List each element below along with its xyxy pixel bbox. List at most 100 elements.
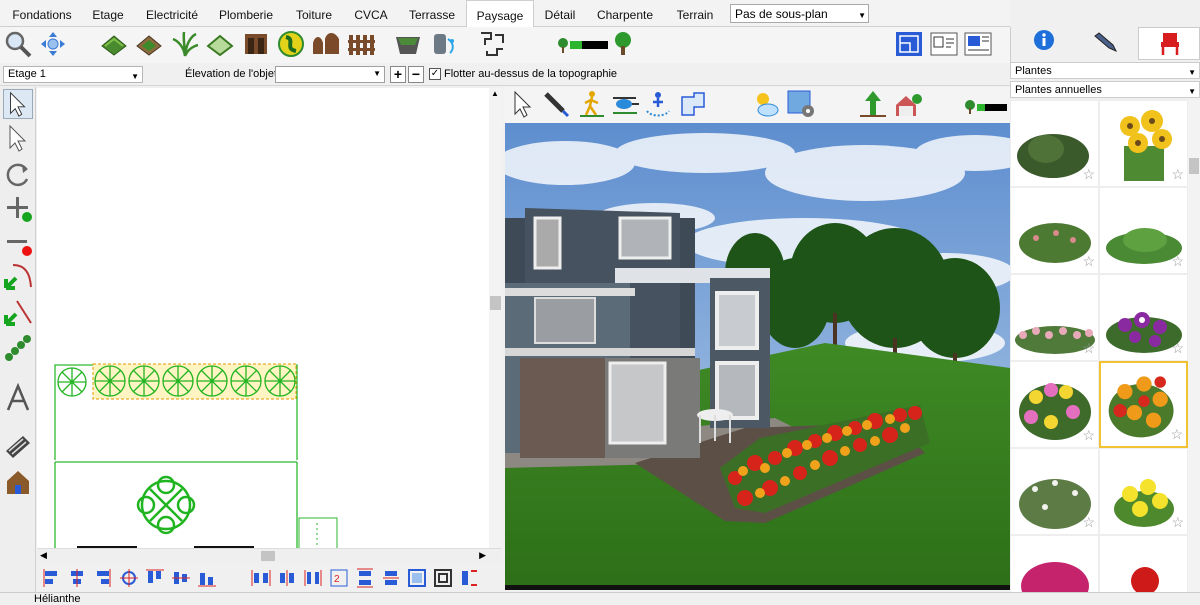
plan-view-canvas[interactable] [37, 88, 502, 548]
render-settings-button[interactable] [786, 89, 816, 119]
plant-thumbnail-selected[interactable]: ☆ [1099, 361, 1188, 448]
reverse-order-button[interactable] [459, 568, 479, 588]
library-category-select[interactable]: Plantes ▼ [1010, 62, 1200, 79]
tab-terrain[interactable]: Terrain [666, 0, 724, 27]
plant-thumbnail[interactable] [1099, 535, 1188, 592]
tab-terrasse[interactable]: Terrasse [400, 0, 464, 27]
subplan-select[interactable]: Pas de sous-plan ▼ [730, 4, 869, 23]
library-tab[interactable] [1138, 27, 1200, 60]
convert-curve-button[interactable] [3, 261, 33, 291]
plan-vertical-scrollbar[interactable]: ▲ [489, 88, 502, 548]
favorite-star-icon[interactable]: ☆ [1082, 427, 1095, 444]
align-left-button[interactable] [42, 568, 62, 588]
plant-thumbnail[interactable]: ☆ [1010, 187, 1099, 274]
favorite-star-icon[interactable]: ☆ [1171, 340, 1184, 357]
remove-point-button[interactable] [3, 227, 33, 257]
increase-elevation-button[interactable]: + [390, 66, 406, 83]
info-tab[interactable] [1013, 27, 1075, 60]
align-top-button[interactable] [145, 568, 165, 588]
plant-thumbnail[interactable]: ☆ [1010, 100, 1099, 187]
house-landscape-button[interactable] [893, 89, 923, 119]
favorite-star-icon[interactable]: ☆ [1170, 426, 1183, 443]
scroll-up-icon[interactable]: ▲ [491, 89, 499, 98]
plant-thumbnail[interactable]: ☆ [1099, 274, 1188, 361]
plant-thumbnail[interactable] [1010, 535, 1099, 592]
terrain-raise-button[interactable] [858, 89, 888, 119]
plant-thumbnail[interactable]: ☆ [1099, 100, 1188, 187]
favorite-star-icon[interactable]: ☆ [1082, 514, 1095, 531]
walkthrough-button[interactable] [577, 89, 607, 119]
zoom-tool-button[interactable] [3, 29, 33, 59]
scroll-thumb[interactable] [261, 551, 275, 561]
distribute-horizontal-button[interactable] [251, 568, 271, 588]
layout-tools-button[interactable] [477, 29, 507, 59]
favorite-star-icon[interactable]: ☆ [1171, 253, 1184, 270]
material-eyedropper-button[interactable] [541, 89, 571, 119]
camera-tool-button[interactable] [3, 431, 33, 461]
scroll-thumb[interactable] [490, 296, 501, 310]
chevron-down-icon[interactable]: ▼ [373, 69, 381, 78]
numbered-distribute-button[interactable]: 2 [329, 568, 349, 588]
tab-electricite[interactable]: Electricité [136, 0, 208, 27]
scroll-right-icon[interactable]: ▶ [479, 550, 486, 561]
aerial-view-button[interactable] [610, 89, 640, 119]
tab-charpente[interactable]: Charpente [588, 0, 662, 27]
level-select[interactable]: Etage 1 ▼ [3, 66, 143, 83]
tab-toiture[interactable]: Toiture [284, 0, 344, 27]
plan-overview-button[interactable] [678, 89, 708, 119]
center-cross-button[interactable] [119, 568, 139, 588]
select-tool-button[interactable] [3, 89, 33, 119]
plant-thumbnail[interactable]: ☆ [1010, 361, 1099, 448]
rotate-tool-button[interactable] [3, 159, 33, 189]
favorite-star-icon[interactable]: ☆ [1082, 166, 1095, 183]
3d-view-button[interactable] [3, 467, 33, 497]
favorite-star-icon[interactable]: ☆ [1171, 166, 1184, 183]
3d-camera-view[interactable] [505, 123, 1010, 590]
align-right-button[interactable] [92, 568, 112, 588]
paving-button[interactable] [276, 29, 306, 59]
distribute-center-button[interactable] [277, 568, 297, 588]
pond-button[interactable] [393, 29, 423, 59]
plant-thumbnail[interactable]: ☆ [1010, 448, 1099, 535]
distribute-vertical-button[interactable] [355, 568, 375, 588]
favorite-star-icon[interactable]: ☆ [1171, 514, 1184, 531]
distribute-spacing-button[interactable] [303, 568, 323, 588]
plant-tool-button[interactable] [170, 29, 200, 59]
watering-button[interactable] [428, 29, 458, 59]
distribute-vmiddle-button[interactable] [381, 568, 401, 588]
favorite-star-icon[interactable]: ☆ [1082, 253, 1095, 270]
tree-growth-button[interactable] [608, 29, 638, 59]
pergola-button[interactable] [241, 29, 271, 59]
plant-thumbnail[interactable]: ☆ [1099, 187, 1188, 274]
group-frame-button[interactable] [433, 568, 453, 588]
3d-select-button[interactable] [508, 89, 538, 119]
align-middle-button[interactable] [171, 568, 191, 588]
elevation-view-button[interactable] [929, 29, 959, 59]
favorite-star-icon[interactable]: ☆ [1082, 340, 1095, 357]
multi-select-button[interactable] [3, 123, 33, 153]
orbit-view-button[interactable] [643, 89, 673, 119]
elevation-input[interactable]: ▼ [275, 66, 385, 83]
3d-growth-slider[interactable] [963, 89, 1009, 119]
plant-growth-slider[interactable] [556, 29, 612, 59]
garden-bed-button[interactable] [134, 29, 164, 59]
plant-thumbnail[interactable]: ☆ [1099, 448, 1188, 535]
tab-paysage[interactable]: Paysage [466, 0, 534, 28]
tab-fondations[interactable]: Fondations [2, 0, 82, 27]
decrease-elevation-button[interactable]: − [408, 66, 424, 83]
fence-button[interactable] [346, 29, 376, 59]
plant-row-button[interactable] [3, 333, 33, 363]
tab-cvca[interactable]: CVCA [345, 0, 397, 27]
path-tool-button[interactable] [205, 29, 235, 59]
tab-etage[interactable]: Etage [82, 0, 134, 27]
scroll-left-icon[interactable]: ◀ [40, 550, 47, 561]
plant-thumbnail[interactable]: ☆ [1010, 274, 1099, 361]
library-scrollbar[interactable] [1188, 100, 1200, 592]
plan-view-button[interactable] [894, 29, 924, 59]
plan-horizontal-scrollbar[interactable]: ◀ ▶ [37, 548, 502, 563]
tab-plomberie[interactable]: Plomberie [211, 0, 281, 27]
text-tool-button[interactable] [3, 382, 33, 413]
add-point-button[interactable] [3, 193, 33, 223]
sun-settings-button[interactable] [751, 89, 781, 119]
library-subcategory-select[interactable]: Plantes annuelles ▼ [1010, 81, 1200, 98]
